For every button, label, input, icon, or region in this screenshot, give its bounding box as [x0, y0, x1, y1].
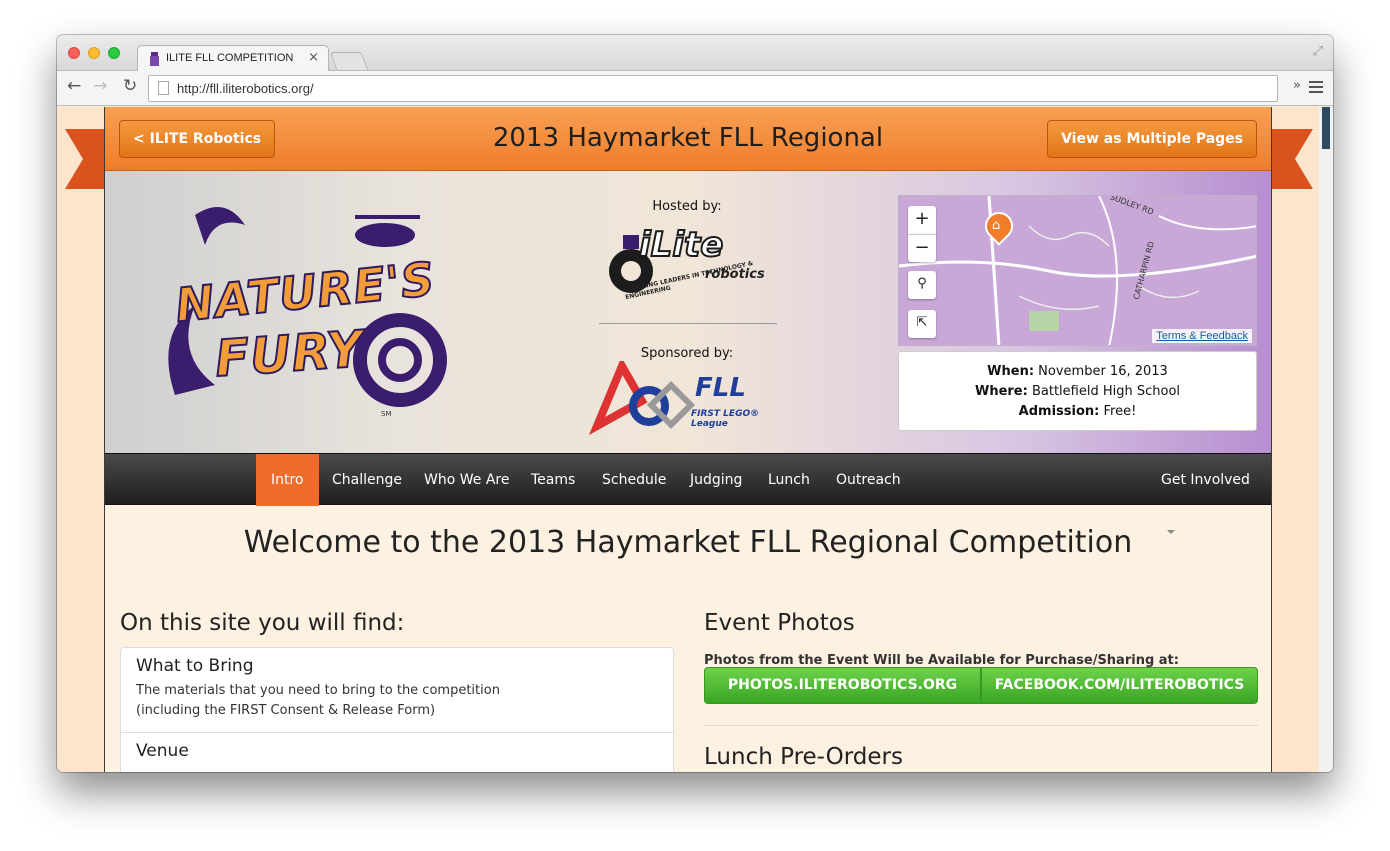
ilite-wordmark: iLite [638, 224, 724, 266]
logo-text-fury: FURY [212, 319, 367, 389]
close-window-button[interactable] [68, 47, 80, 59]
reload-icon[interactable]: ↻ [123, 76, 137, 96]
fll-logo: FLL FIRST LEGO® League [587, 361, 787, 436]
find-list: What to Bring The materials that you nee… [120, 647, 674, 772]
bookmarks-overflow-icon[interactable]: » [1293, 78, 1301, 93]
nav-who-we-are[interactable]: Who We Are [409, 454, 524, 506]
event-admission: Admission: Free! [1018, 404, 1137, 419]
find-heading: On this site you will find: [120, 610, 405, 636]
sponsored-by-label: Sponsored by: [640, 346, 734, 361]
event-info-panel: When: November 16, 2013 Where: Battlefie… [898, 351, 1257, 431]
page-viewport: < ILITE Robotics 2013 Haymarket FLL Regi… [57, 107, 1333, 772]
maximize-window-button[interactable] [108, 47, 120, 59]
facebook-button[interactable]: FACEBOOK.COM/ILITEROBOTICS [981, 667, 1258, 704]
event-when: When: November 16, 2013 [987, 364, 1168, 379]
new-tab-button[interactable] [329, 52, 369, 70]
map-terms-link[interactable]: Terms & Feedback [1152, 329, 1252, 343]
minimize-window-button[interactable] [88, 47, 100, 59]
map-search-icon[interactable]: ⚲ [908, 271, 936, 299]
browser-window: ILITE FLL COMPETITION × ⤢ ← → ↻ http://f… [57, 35, 1333, 772]
list-item-venue[interactable]: Venue [121, 733, 673, 769]
event-photos-subtitle: Photos from the Event Will be Available … [704, 653, 1179, 668]
event-map[interactable]: SUDLEY RD CATHARPIN RD + − ⚲ ⇱ ⌂ Terms &… [898, 195, 1257, 346]
ilite-robotics-logo: iLite INSPIRING LEADERS IN TECHNOLOGY & … [599, 211, 779, 311]
get-involved-label: Get Involved [1161, 472, 1250, 488]
browser-toolbar: ← → ↻ http://fll.iliterobotics.org/ » [57, 71, 1333, 106]
nav-challenge[interactable]: Challenge [317, 454, 417, 506]
map-roads-icon [899, 196, 1256, 345]
map-zoom-in-button[interactable]: + [908, 206, 936, 234]
browser-tab[interactable]: ILITE FLL COMPETITION × [137, 45, 329, 72]
tab-close-icon[interactable]: × [308, 50, 319, 65]
lunch-preorders-heading: Lunch Pre-Orders [704, 744, 903, 770]
scrollbar[interactable] [1319, 107, 1333, 772]
logo-sm-mark: SM [381, 410, 392, 418]
site-header: < ILITE Robotics 2013 Haymarket FLL Regi… [105, 107, 1271, 171]
photos-site-button[interactable]: PHOTOS.ILITEROBOTICS.ORG [704, 667, 981, 704]
fll-wordmark: FLL [695, 373, 746, 403]
sponsor-divider [599, 323, 777, 324]
back-icon[interactable]: ← [67, 76, 81, 96]
fullscreen-icon[interactable]: ⤢ [1313, 44, 1323, 59]
event-photos-heading: Event Photos [704, 610, 855, 636]
address-bar[interactable]: http://fll.iliterobotics.org/ [148, 75, 1278, 102]
natures-fury-logo: NATURE'S FURY SM [155, 195, 455, 430]
url-text[interactable]: http://fll.iliterobotics.org/ [177, 81, 314, 96]
nav-judging[interactable]: Judging [675, 454, 757, 506]
map-share-icon[interactable]: ⇱ [908, 310, 936, 338]
building-icon: ⌂ [992, 218, 1001, 233]
section-divider [704, 725, 1258, 726]
nav-outreach[interactable]: Outreach [821, 454, 916, 506]
event-where: Where: Battlefield High School [974, 384, 1181, 399]
fll-subtitle: FIRST LEGO® League [691, 409, 760, 429]
tab-title: ILITE FLL COMPETITION [166, 52, 294, 64]
nav-schedule[interactable]: Schedule [587, 454, 681, 506]
nav-teams[interactable]: Teams [516, 454, 590, 506]
view-multiple-pages-button[interactable]: View as Multiple Pages [1047, 120, 1257, 158]
title-bar: ILITE FLL COMPETITION × ⤢ [57, 35, 1333, 72]
nav-get-involved[interactable]: Get Involved [1146, 454, 1271, 534]
forward-icon[interactable]: → [93, 76, 107, 96]
hero-banner: NATURE'S FURY SM Hosted by: iLite INSPIR… [105, 171, 1271, 453]
welcome-heading: Welcome to the 2013 Haymarket FLL Region… [243, 525, 1133, 560]
ilite-robotics-word: robotics [705, 267, 765, 282]
list-item-what-to-bring[interactable]: What to Bring The materials that you nee… [121, 648, 673, 733]
nav-lunch[interactable]: Lunch [753, 454, 825, 506]
map-zoom-out-button[interactable]: − [908, 234, 936, 262]
robot-favicon-icon [150, 52, 159, 66]
hamburger-menu-icon[interactable] [1309, 81, 1323, 93]
main-navbar: Intro Challenge Who We Are Teams Schedul… [105, 453, 1271, 534]
right-ribbon [1268, 129, 1313, 189]
page-icon [158, 81, 169, 95]
nav-intro[interactable]: Intro [256, 454, 319, 506]
page-container: < ILITE Robotics 2013 Haymarket FLL Regi… [104, 107, 1272, 772]
first-logo-icon [588, 361, 696, 436]
